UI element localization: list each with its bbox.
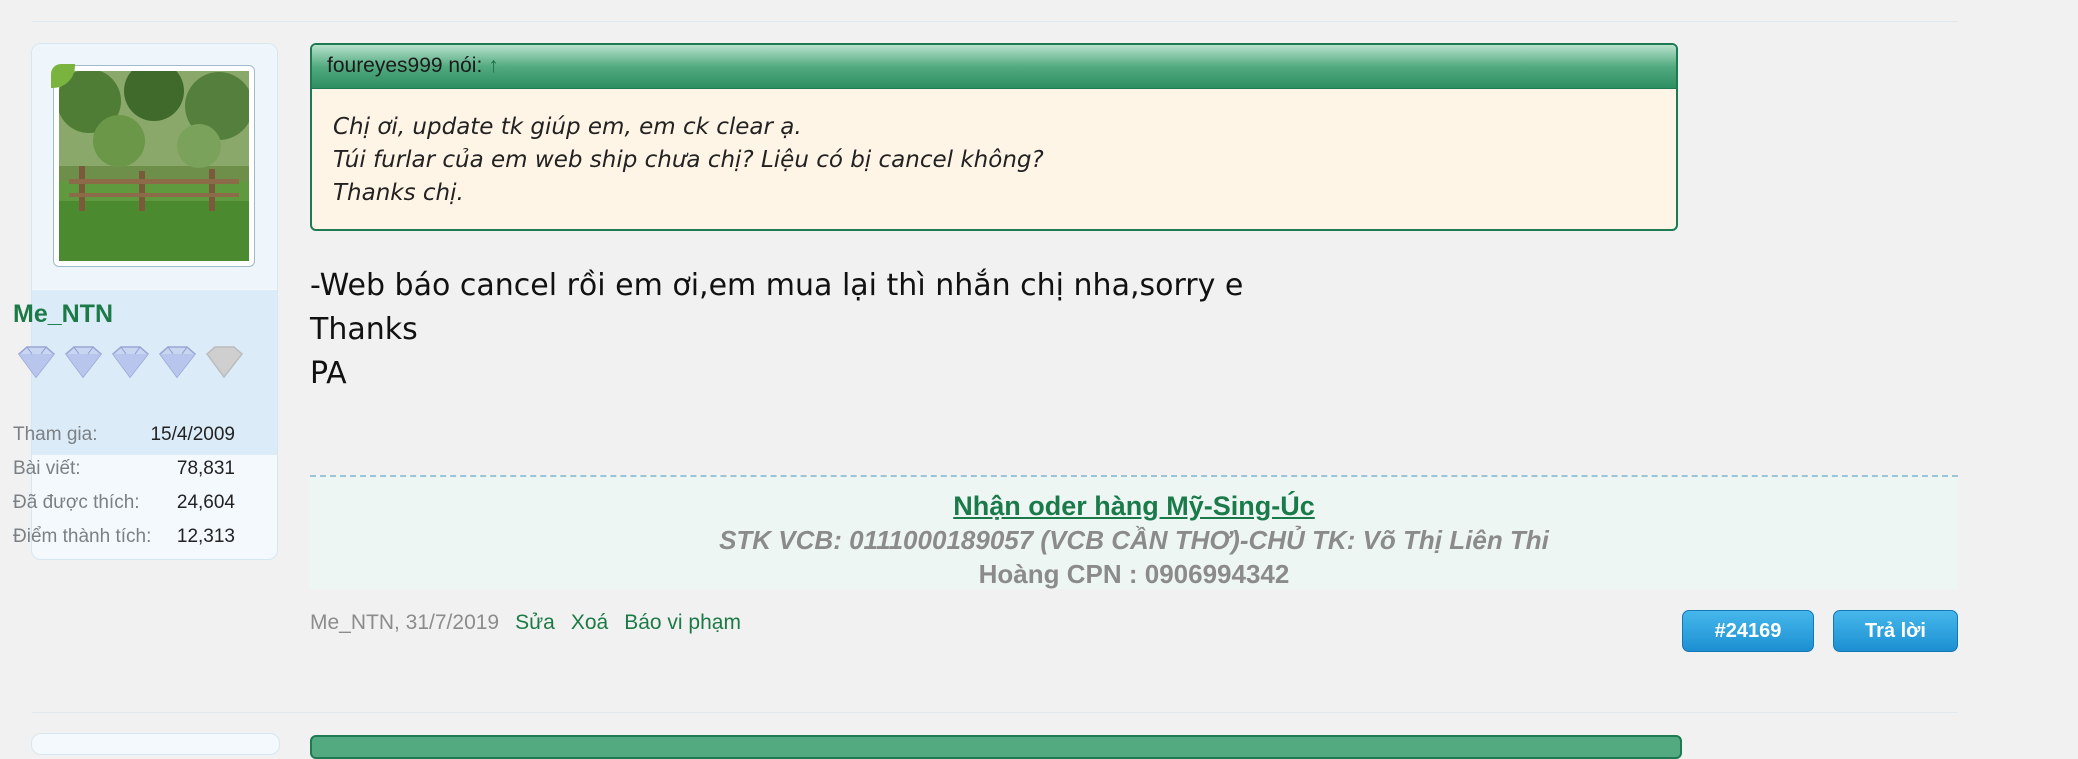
stat-label: Đã được thích: xyxy=(13,492,140,513)
signature-phone-line: Hoàng CPN : 0906994342 xyxy=(978,559,1290,589)
next-post-quote xyxy=(310,735,1682,759)
quote-line: Túi furlar của em web ship chưa chị? Liệ… xyxy=(333,147,1044,173)
quote-line: Chị ơi, update tk giúp em, em ck clear ạ… xyxy=(333,114,802,140)
user-stats: Tham gia: 15/4/2009 Bài viết: 78,831 Đã … xyxy=(13,418,235,554)
message-line: Thanks xyxy=(310,312,418,347)
quote-body: Chị ơi, update tk giúp em, em ck clear ạ… xyxy=(312,89,1676,210)
stat-value[interactable]: 12,313 xyxy=(177,520,235,554)
message-line: PA xyxy=(310,356,347,391)
edit-link[interactable]: Sửa xyxy=(515,611,555,634)
stat-row-posts: Bài viết: 78,831 xyxy=(13,452,235,486)
avatar[interactable] xyxy=(53,65,255,267)
avatar-zone xyxy=(32,44,277,289)
message-line: -Web báo cancel rồi em ơi,em mua lại thì… xyxy=(310,268,1244,303)
avatar-image xyxy=(59,71,249,261)
diamond-icon xyxy=(111,346,150,379)
post-divider xyxy=(32,712,1958,713)
diamond-icon xyxy=(158,346,197,379)
report-link[interactable]: Báo vi phạm xyxy=(624,611,741,634)
reply-button[interactable]: Trả lời xyxy=(1833,610,1958,652)
stat-value: 15/4/2009 xyxy=(150,424,235,445)
stat-label: Tham gia: xyxy=(13,424,98,445)
signature-bank-line: STK VCB: 0111000189057 (VCB CẦN THƠ)-CHỦ… xyxy=(719,525,1549,555)
quote-author: foureyes999 nói: xyxy=(327,54,483,77)
stat-row-joined: Tham gia: 15/4/2009 xyxy=(13,418,235,452)
next-post-user-panel xyxy=(31,733,280,755)
stat-row-trophies: Điểm thành tích: 12,313 xyxy=(13,520,235,554)
stat-row-likes: Đã được thích: 24,604 xyxy=(13,486,235,520)
signature-link[interactable]: Nhận oder hàng Mỹ-Sing-Úc xyxy=(310,489,1958,523)
stat-value[interactable]: 78,831 xyxy=(177,452,235,486)
post-meta: Me_NTN, 31/7/2019 Sửa Xoá Báo vi phạm xyxy=(310,611,741,635)
post-author-date[interactable]: Me_NTN, 31/7/2019 xyxy=(310,611,499,634)
rank-stars xyxy=(13,344,248,380)
post-message: -Web báo cancel rồi em ơi,em mua lại thì… xyxy=(310,264,1243,396)
delete-link[interactable]: Xoá xyxy=(571,611,608,634)
stat-label: Bài viết: xyxy=(13,458,81,479)
diamond-icon xyxy=(17,346,56,379)
quote-header: foureyes999 nói: ↑ xyxy=(312,45,1676,89)
quote-line: Thanks chị. xyxy=(333,180,464,206)
post-divider-top xyxy=(32,21,1958,22)
diamond-empty-icon xyxy=(205,346,244,379)
quote-block: foureyes999 nói: ↑ Chị ơi, update tk giúp… xyxy=(310,43,1678,231)
jump-to-quote-icon[interactable]: ↑ xyxy=(488,54,499,77)
diamond-icon xyxy=(64,346,103,379)
username-link[interactable]: Me_NTN xyxy=(13,300,113,329)
signature: Nhận oder hàng Mỹ-Sing-Úc STK VCB: 01110… xyxy=(310,475,1958,589)
post-number-button[interactable]: #24169 xyxy=(1682,610,1814,652)
stat-value: 24,604 xyxy=(176,492,235,513)
stat-label: Điểm thành tích: xyxy=(13,526,152,547)
